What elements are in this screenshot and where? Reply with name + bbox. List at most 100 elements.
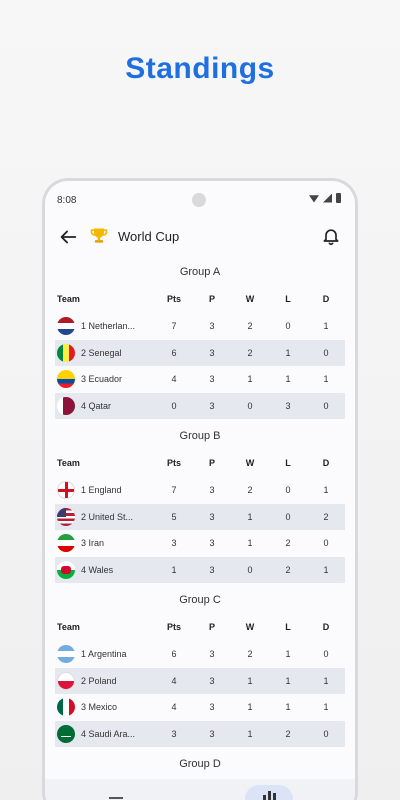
played-cell: 3	[209, 538, 215, 549]
wifi-icon	[309, 195, 319, 203]
team-name: 4 Wales	[81, 564, 114, 575]
draws-cell: 0	[323, 649, 329, 660]
pts-cell: 4	[171, 374, 177, 385]
standings-list[interactable]: Group A Team Pts P W L D 1 Netherlan... …	[55, 259, 345, 800]
ecuador-flag-icon	[57, 370, 75, 389]
iran-flag-icon	[57, 534, 75, 553]
team-name: 4 Qatar	[81, 400, 112, 411]
table-row[interactable]: 2 Poland 4 3 1 1 1	[55, 667, 345, 694]
wins-cell: 2	[247, 485, 253, 496]
group-title: Group A	[179, 266, 221, 278]
group-title: Group C	[179, 594, 221, 606]
played-cell: 3	[209, 321, 215, 332]
back-arrow-icon[interactable]	[57, 226, 79, 248]
table-row[interactable]: 1 Netherlan... 7 3 2 0 1	[55, 313, 345, 340]
wins-cell: 2	[247, 321, 253, 332]
app-screen: 8:08 World Cup Group A Team Pts P W L D …	[45, 181, 355, 800]
draws-cell: 1	[323, 702, 329, 713]
table-row[interactable]: 4 Saudi Ara... 3 3 1 2 0	[55, 720, 345, 747]
team-header: Team	[57, 458, 80, 468]
group-title: Group D	[179, 758, 221, 770]
pts-cell: 5	[171, 511, 177, 522]
netherlands-flag-icon	[57, 317, 75, 336]
pts-cell: 4	[171, 702, 177, 713]
pts-cell: 6	[171, 347, 177, 358]
mexico-flag-icon	[57, 698, 75, 717]
wins-header: W	[245, 458, 255, 468]
played-header: P	[208, 458, 215, 468]
played-cell: 3	[209, 649, 215, 660]
played-cell: 3	[209, 511, 215, 522]
hero-title: Standings	[125, 52, 275, 85]
table-row[interactable]: 3 Ecuador 4 3 1 1 1	[55, 366, 345, 393]
team-name: 1 Argentina	[81, 649, 127, 660]
table-row[interactable]: 2 Senegal 6 3 2 1 0	[55, 339, 345, 366]
team-name: 3 Mexico	[81, 702, 118, 713]
bottom-navigation	[45, 779, 355, 800]
team-name: 2 United St...	[81, 511, 134, 522]
losses-header: L	[285, 458, 291, 468]
poland-flag-icon	[57, 671, 75, 690]
table-header: Team Pts P W L D	[55, 613, 345, 641]
standings-nav-item[interactable]	[245, 785, 293, 800]
pts-header: Pts	[166, 458, 181, 468]
table-row[interactable]: 3 Mexico 4 3 1 1 1	[55, 694, 345, 721]
wins-cell: 0	[247, 564, 253, 575]
losses-cell: 0	[285, 511, 291, 522]
wins-cell: 2	[247, 347, 253, 358]
played-cell: 3	[209, 485, 215, 496]
losses-cell: 1	[285, 374, 291, 385]
status-icons	[309, 193, 341, 203]
team-name: 1 England	[81, 485, 122, 496]
losses-cell: 0	[285, 485, 291, 496]
bell-icon[interactable]	[321, 226, 341, 246]
pts-cell: 6	[171, 649, 177, 660]
phone-frame: 8:08 World Cup Group A Team Pts P W L D …	[42, 178, 358, 800]
wins-cell: 2	[247, 649, 253, 660]
saudi-arabia-flag-icon	[57, 724, 75, 743]
draws-cell: 0	[323, 538, 329, 549]
losses-cell: 1	[285, 649, 291, 660]
pts-cell: 0	[171, 400, 177, 411]
team-header: Team	[57, 294, 80, 304]
trophy-icon	[90, 228, 108, 243]
pts-header: Pts	[166, 622, 181, 632]
signal-icon	[323, 193, 332, 203]
wins-header: W	[245, 294, 255, 304]
draws-cell: 1	[323, 321, 329, 332]
wins-cell: 1	[247, 702, 253, 713]
played-cell: 3	[209, 400, 215, 411]
team-name: 3 Iran	[81, 538, 105, 549]
draws-header: D	[322, 622, 330, 632]
played-cell: 3	[209, 374, 215, 385]
draws-header: D	[322, 294, 330, 304]
group-a: Group A Team Pts P W L D 1 Netherlan... …	[55, 259, 345, 419]
wins-header: W	[245, 622, 255, 632]
team-name: 3 Ecuador	[81, 374, 123, 385]
table-row[interactable]: 4 Wales 1 3 0 2 1	[55, 556, 345, 583]
qatar-flag-icon	[57, 396, 75, 415]
table-row[interactable]: 4 Qatar 0 3 0 3 0	[55, 392, 345, 419]
draws-cell: 0	[323, 347, 329, 358]
group-b: Group B Team Pts P W L D 1 England 7 3 2…	[55, 423, 345, 583]
losses-cell: 2	[285, 564, 291, 575]
draws-cell: 0	[323, 400, 329, 411]
table-row[interactable]: 2 United St... 5 3 1 0 2	[55, 503, 345, 530]
team-name: 2 Senegal	[81, 347, 122, 358]
team-header: Team	[57, 622, 80, 632]
standings-bar-icon	[263, 791, 276, 800]
argentina-flag-icon	[57, 645, 75, 664]
pts-cell: 1	[171, 564, 177, 575]
played-cell: 3	[209, 347, 215, 358]
status-time: 8:08	[57, 195, 77, 206]
wins-cell: 1	[247, 511, 253, 522]
table-row[interactable]: 3 Iran 3 3 1 2 0	[55, 530, 345, 557]
draws-cell: 1	[323, 564, 329, 575]
table-row[interactable]: 1 Argentina 6 3 2 1 0	[55, 641, 345, 668]
table-row[interactable]: 1 England 7 3 2 0 1	[55, 477, 345, 504]
battery-icon	[336, 193, 341, 203]
status-bar: 8:08	[45, 181, 355, 217]
wins-cell: 0	[247, 400, 253, 411]
draws-cell: 1	[323, 675, 329, 686]
wins-cell: 1	[247, 374, 253, 385]
